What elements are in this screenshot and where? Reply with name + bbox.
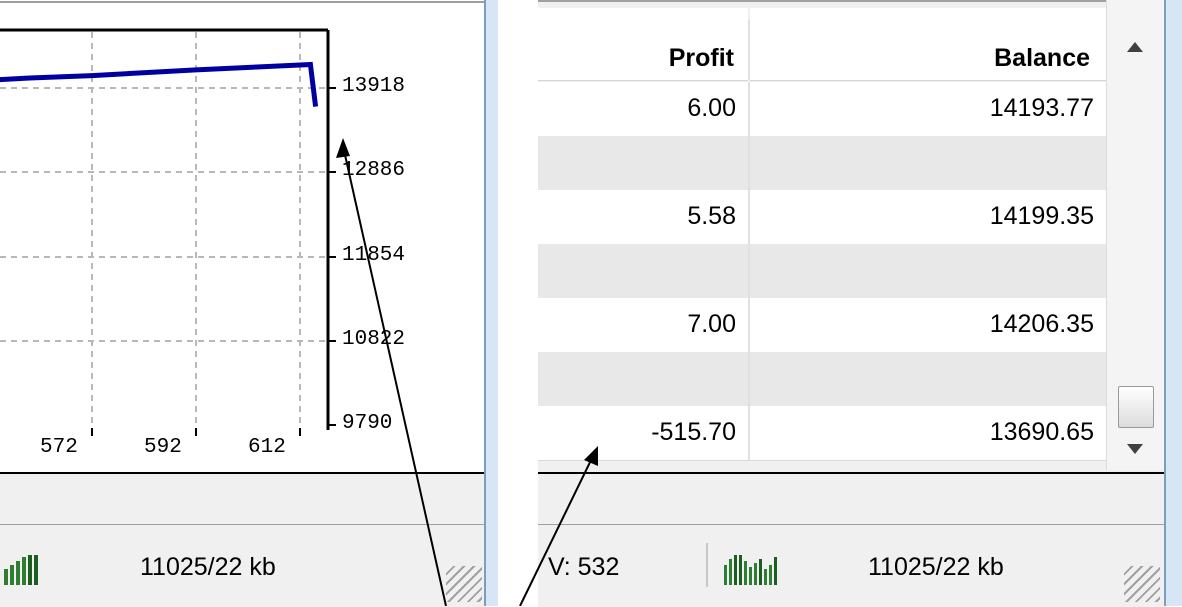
table-row[interactable]: -515.70 13690.65 [538, 406, 1108, 461]
profit-cell: 6.00 [687, 94, 736, 122]
scroll-up-icon[interactable] [1125, 40, 1145, 54]
v-readout: V: 532 [548, 553, 620, 581]
balance-series-line [0, 61, 319, 107]
left-tab-strip [0, 472, 484, 524]
profit-cell: 5.58 [687, 202, 736, 230]
column-divider [748, 20, 750, 80]
column-divider [748, 352, 750, 406]
table-row[interactable] [538, 352, 1108, 407]
column-header-label: Profit [668, 44, 734, 72]
window-border [484, 0, 498, 606]
chart-ticks [91, 87, 336, 436]
column-header-label: Balance [994, 44, 1090, 72]
column-divider [748, 136, 750, 190]
status-divider [706, 543, 708, 587]
resize-grip-icon[interactable] [446, 566, 482, 602]
left-size-readout: 11025/22 kb [140, 553, 276, 581]
table-row[interactable]: 5.58 14199.35 [538, 190, 1108, 245]
column-header-balance[interactable]: Balance [750, 8, 1106, 81]
column-divider [748, 244, 750, 298]
right-size-readout: 11025/22 kb [868, 553, 1004, 581]
x-tick-label: 592 [144, 436, 182, 459]
y-tick-label: 10822 [342, 328, 406, 351]
window-border [1164, 0, 1182, 606]
connection-bars-icon [724, 555, 777, 585]
balance-chart [0, 1, 484, 436]
scroll-down-icon[interactable] [1125, 442, 1145, 456]
table-row[interactable]: 6.00 14193.77 [538, 82, 1108, 137]
connection-bars-icon [4, 555, 38, 585]
y-tick-label: 12886 [342, 159, 406, 182]
x-tick-label: 612 [248, 436, 286, 459]
resize-grip-icon[interactable] [1124, 566, 1160, 602]
column-header-profit[interactable]: Profit [538, 8, 748, 81]
profit-cell: -515.70 [651, 418, 736, 446]
right-tab-strip [538, 472, 1164, 524]
table-row[interactable] [538, 136, 1108, 191]
scrollbar-thumb[interactable] [1118, 386, 1154, 428]
profit-cell: 7.00 [687, 310, 736, 338]
left-status-bar: 11025/22 kb [0, 524, 484, 607]
table-row[interactable]: 7.00 14206.35 [538, 298, 1108, 353]
y-tick-label: 11854 [342, 244, 406, 267]
balance-cell: 14199.35 [989, 202, 1094, 230]
right-status-bar: V: 532 11025/22 kb [538, 524, 1164, 607]
table-row[interactable] [538, 244, 1108, 299]
balance-cell: 14193.77 [989, 94, 1094, 122]
balance-cell: 13690.65 [989, 418, 1094, 446]
x-tick-label: 572 [40, 436, 78, 459]
y-tick-label: 9790 [342, 412, 393, 435]
chart-grid [0, 32, 326, 428]
balance-cell: 14206.35 [989, 310, 1094, 338]
y-tick-label: 13918 [342, 75, 406, 98]
chart-series [0, 61, 319, 107]
